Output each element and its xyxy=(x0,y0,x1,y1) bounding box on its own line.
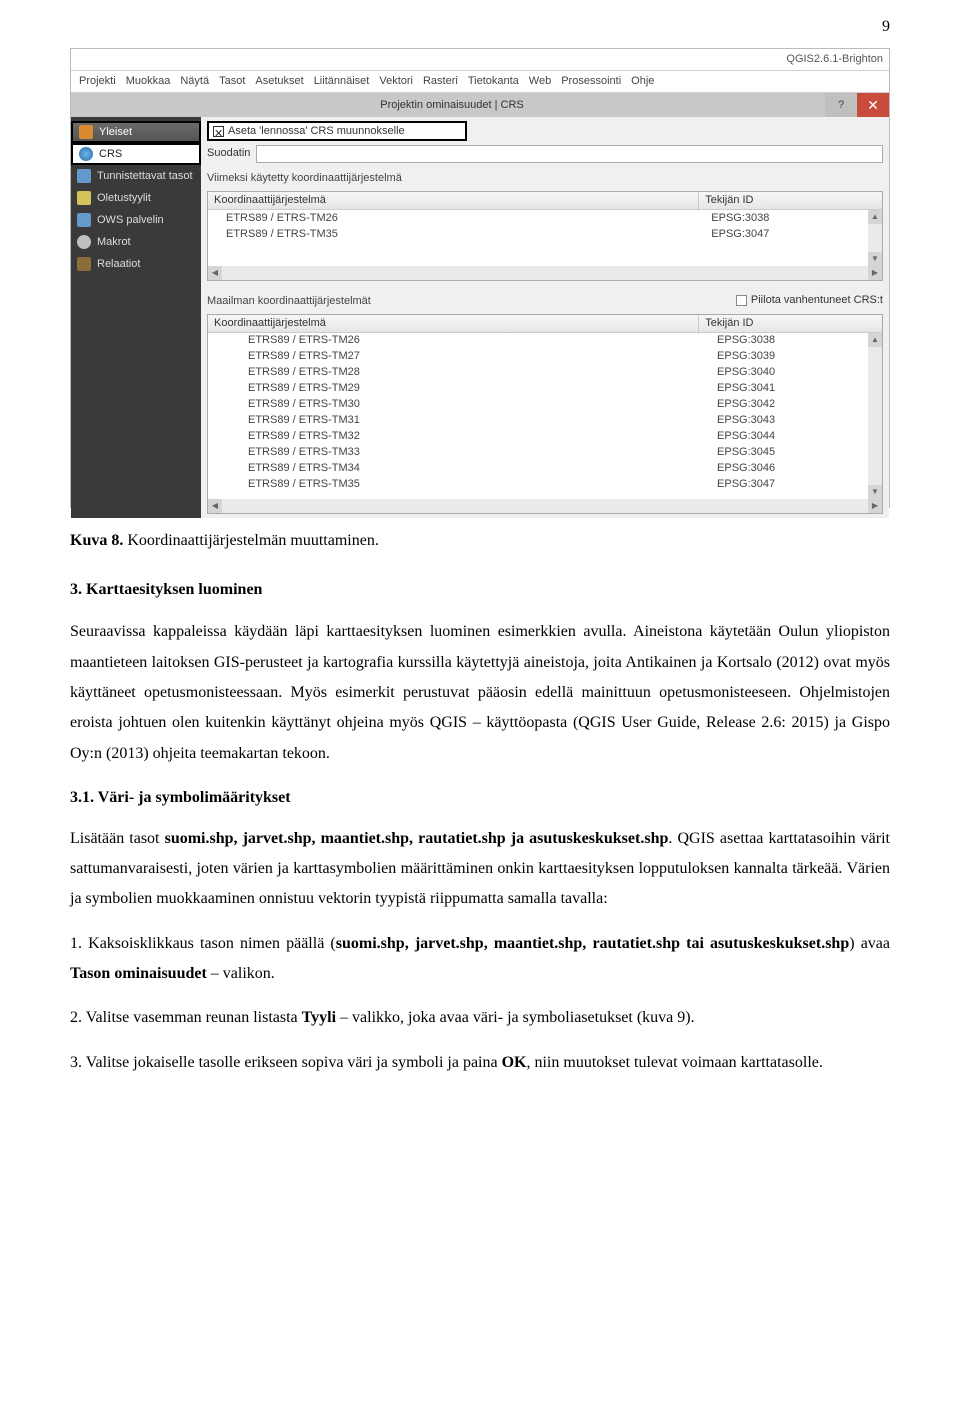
sidebar-label: Yleiset xyxy=(99,122,132,143)
dialog-titlebar: Projektin ominaisuudet | CRS ? ✕ xyxy=(71,93,889,117)
sidebar-label: Makrot xyxy=(97,232,131,253)
col-crs: Koordinaattijärjestelmä xyxy=(208,191,699,211)
menu-nayta[interactable]: Näytä xyxy=(180,71,209,92)
sidebar-label: Oletustyylit xyxy=(97,188,151,209)
sidebar-label: Relaatiot xyxy=(97,254,140,275)
menu-rasteri[interactable]: Rasteri xyxy=(423,71,458,92)
menu-projekti[interactable]: Projekti xyxy=(79,71,116,92)
scrollbar-horizontal[interactable]: ◀ ▶ xyxy=(208,266,882,280)
scroll-left-icon[interactable]: ◀ xyxy=(208,266,222,280)
table-row[interactable]: ETRS89 / ETRS-TM35 EPSG:3047 xyxy=(208,226,882,242)
menu-tietokanta[interactable]: Tietokanta xyxy=(468,71,519,92)
menu-prosessointi[interactable]: Prosessointi xyxy=(561,71,621,92)
recent-crs-table: Koordinaattijärjestelmä Tekijän ID ETRS8… xyxy=(207,191,883,281)
sidebar-label: CRS xyxy=(99,144,122,165)
recent-label: Viimeksi käytetty koordinaattijärjestelm… xyxy=(207,168,883,189)
scroll-up-icon[interactable]: ▲ xyxy=(868,333,882,347)
dialog-body: Yleiset CRS Tunnistettavat tasot Oletust… xyxy=(71,117,889,518)
otf-checkbox-row[interactable]: Aseta 'lennossa' CRS muunnokselle xyxy=(207,121,467,141)
scroll-down-icon[interactable]: ▼ xyxy=(868,252,882,266)
paragraph: 3. Valitse jokaiselle tasolle erikseen s… xyxy=(70,1048,890,1078)
col-id: Tekijän ID xyxy=(699,314,882,334)
menu-vektori[interactable]: Vektori xyxy=(379,71,413,92)
world-rows-container: ETRS89 / ETRS-TM26EPSG:3038ETRS89 / ETRS… xyxy=(208,333,882,499)
sidebar-item-relaatiot[interactable]: Relaatiot xyxy=(71,253,201,275)
table-header: Koordinaattijärjestelmä Tekijän ID xyxy=(208,192,882,210)
heading-3-1: 3.1. Väri- ja symbolimääritykset xyxy=(70,783,890,813)
sidebar-item-oletustyylit[interactable]: Oletustyylit xyxy=(71,187,201,209)
col-crs: Koordinaattijärjestelmä xyxy=(208,314,699,334)
heading-3: 3. Karttaesityksen luominen xyxy=(70,575,890,605)
server-icon xyxy=(77,213,91,227)
window-title: QGIS2.6.1-Brighton xyxy=(786,49,883,70)
scrollbar-vertical[interactable]: ▲ ▼ xyxy=(868,333,882,499)
scroll-left-icon[interactable]: ◀ xyxy=(208,499,222,513)
world-label: Maailman koordinaattijärjestelmät xyxy=(207,291,371,312)
filter-label: Suodatin xyxy=(207,143,250,164)
menu-muokkaa[interactable]: Muokkaa xyxy=(126,71,171,92)
window-titlebar: QGIS2.6.1-Brighton xyxy=(71,49,889,71)
paragraph: Lisätään tasot suomi.shp, jarvet.shp, ma… xyxy=(70,824,890,915)
scroll-right-icon[interactable]: ▶ xyxy=(868,499,882,513)
scrollbar-vertical[interactable]: ▲ ▼ xyxy=(868,210,882,266)
dialog-close-button[interactable]: ✕ xyxy=(857,93,889,117)
layers-icon xyxy=(77,169,91,183)
dialog-title: Projektin ominaisuudet | CRS xyxy=(79,95,825,116)
paragraph: 1. Kaksoisklikkaus tason nimen päällä (s… xyxy=(70,929,890,990)
world-crs-table: Koordinaattijärjestelmä Tekijän ID ETRS8… xyxy=(207,314,883,514)
paragraph: 2. Valitse vasemman reunan listasta Tyyl… xyxy=(70,1003,890,1033)
relation-icon xyxy=(77,257,91,271)
scrollbar-horizontal[interactable]: ◀ ▶ xyxy=(208,499,882,513)
sidebar-item-tunnistettavat[interactable]: Tunnistettavat tasot xyxy=(71,165,201,187)
sidebar-item-ows[interactable]: OWS palvelin xyxy=(71,209,201,231)
table-header: Koordinaattijärjestelmä Tekijän ID xyxy=(208,315,882,333)
caption-number: Kuva 8. xyxy=(70,532,123,549)
filter-input[interactable] xyxy=(256,145,883,163)
filter-row: Suodatin xyxy=(207,143,883,164)
figure-caption: Kuva 8. Koordinaattijärjestelmän muuttam… xyxy=(70,526,890,556)
hide-label: Piilota vanhentuneet CRS:t xyxy=(751,290,883,311)
sidebar-label: Tunnistettavat tasot xyxy=(97,166,193,187)
menu-web[interactable]: Web xyxy=(529,71,551,92)
scroll-right-icon[interactable]: ▶ xyxy=(868,266,882,280)
dialog-sidebar: Yleiset CRS Tunnistettavat tasot Oletust… xyxy=(71,117,201,518)
globe-icon xyxy=(79,147,93,161)
page-number: 9 xyxy=(70,0,890,48)
checkbox-icon xyxy=(213,126,224,137)
paragraph: Seuraavissa kappaleissa käydään läpi kar… xyxy=(70,617,890,769)
wrench-icon xyxy=(79,125,93,139)
dialog-main: Aseta 'lennossa' CRS muunnokselle Suodat… xyxy=(201,117,889,518)
col-id: Tekijän ID xyxy=(699,191,882,211)
sidebar-item-yleiset[interactable]: Yleiset xyxy=(71,121,201,143)
sidebar-item-makrot[interactable]: Makrot xyxy=(71,231,201,253)
menubar[interactable]: Projekti Muokkaa Näytä Tasot Asetukset L… xyxy=(71,71,889,93)
menu-tasot[interactable]: Tasot xyxy=(219,71,245,92)
scroll-up-icon[interactable]: ▲ xyxy=(868,210,882,224)
sidebar-item-crs[interactable]: CRS xyxy=(71,143,201,165)
sidebar-label: OWS palvelin xyxy=(97,210,164,231)
menu-asetukset[interactable]: Asetukset xyxy=(255,71,303,92)
dialog-help-button[interactable]: ? xyxy=(825,93,857,117)
palette-icon xyxy=(77,191,91,205)
checkbox-icon xyxy=(736,295,747,306)
scroll-down-icon[interactable]: ▼ xyxy=(868,485,882,499)
table-row[interactable]: ETRS89 / ETRS-TM35EPSG:3047 xyxy=(208,477,882,493)
gear-icon xyxy=(77,235,91,249)
hide-deprecated-checkbox[interactable]: Piilota vanhentuneet CRS:t xyxy=(736,290,883,311)
qgis-screenshot: QGIS2.6.1-Brighton Projekti Muokkaa Näyt… xyxy=(70,48,890,508)
menu-ohje[interactable]: Ohje xyxy=(631,71,654,92)
menu-liitannaiset[interactable]: Liitännäiset xyxy=(314,71,370,92)
otf-label: Aseta 'lennossa' CRS muunnokselle xyxy=(228,121,405,142)
